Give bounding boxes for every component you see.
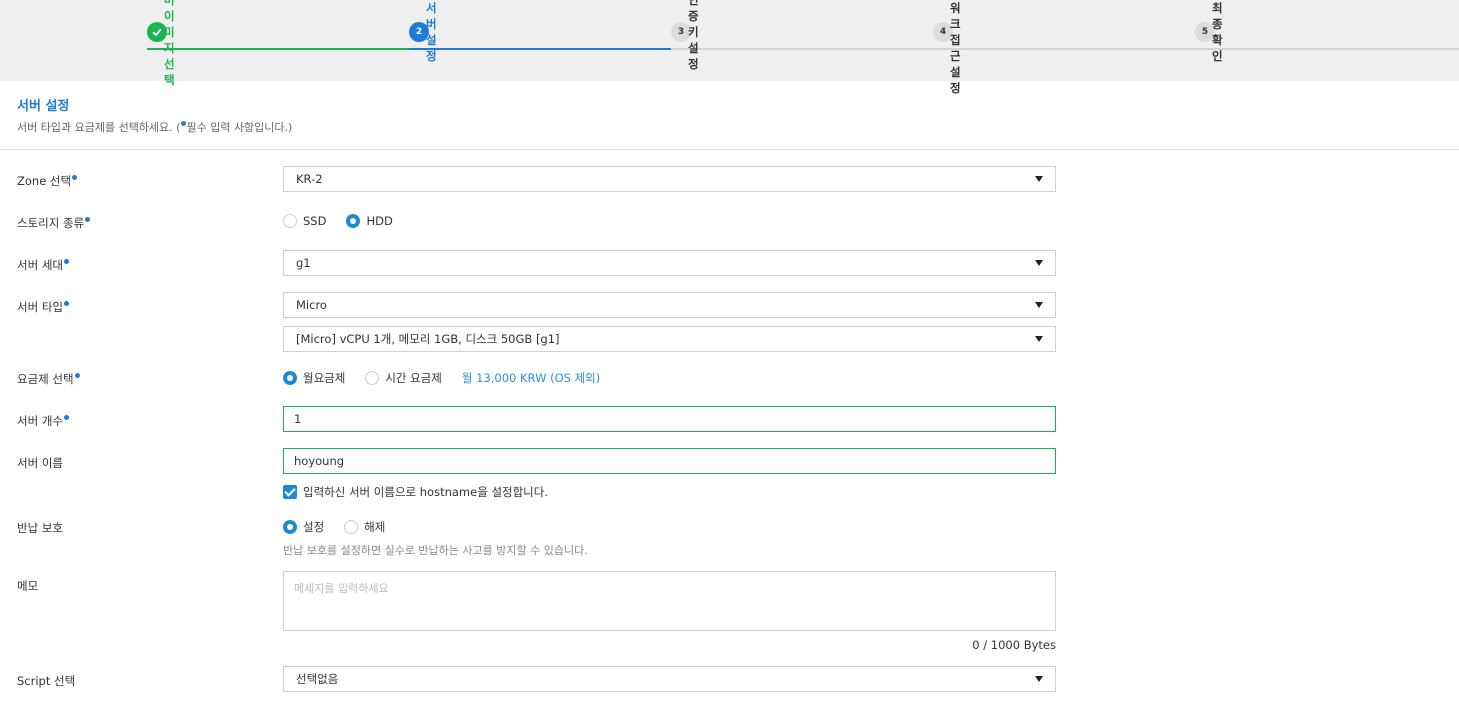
zone-label: Zone 선택 [17,173,78,189]
count-label: 서버 개수 [17,413,69,429]
protect-on-option[interactable]: 설정 [283,519,324,535]
server-type-label: 서버 타입 [17,299,69,315]
zone-value: KR-2 [296,172,323,186]
section-description: 서버 타입과 요금제를 선택하세요. ( 필수 입력 사항입니다.) [17,119,292,135]
script-select[interactable]: 선택없음 [283,666,1056,692]
hostname-checkbox-row[interactable]: 입력하신 서버 이름으로 hostname을 설정합니다. [283,484,548,500]
divider [0,149,1459,150]
radio-label: SSD [303,214,327,228]
server-type-value: Micro [296,298,327,312]
step-final-confirm[interactable]: 5 최종 확인 [1195,1,1223,63]
protect-off-option[interactable]: 해제 [344,519,385,535]
section-desc-pre: 서버 타입과 요금제를 선택하세요. ( [17,121,181,134]
server-count-input[interactable]: 1 [283,406,1056,432]
step-server-image[interactable]: 서버 이미지 선택 [147,0,175,87]
storage-label: 스토리지 종류 [17,215,91,231]
plan-label: 요금제 선택 [17,371,80,387]
server-type-select[interactable]: Micro [283,292,1056,318]
radio-label: 설정 [303,520,325,534]
radio-selected-icon[interactable] [283,371,297,385]
memo-textarea[interactable]: 메세지를 입력하세요 [283,571,1056,631]
checkbox-checked-icon[interactable] [283,485,297,499]
generation-value: g1 [296,256,311,270]
step-auth-key[interactable]: 3 인증키 설정 [671,0,699,71]
zone-select[interactable]: KR-2 [283,166,1056,192]
server-spec-value: [Micro] vCPU 1개, 메모리 1GB, 디스크 50GB [g1] [296,332,560,346]
name-label: 서버 이름 [17,456,63,470]
required-dot-icon [85,217,91,223]
caret-down-icon [1035,260,1043,266]
plan-price: 월 13,000 KRW (OS 제외) [461,371,601,385]
memo-byte-counter: 0 / 1000 Bytes [972,638,1056,652]
radio-selected-icon[interactable] [283,520,297,534]
server-spec-select[interactable]: [Micro] vCPU 1개, 메모리 1GB, 디스크 50GB [g1] [283,326,1056,352]
server-name-input[interactable]: hoyoung [283,448,1056,474]
caret-down-icon [1035,176,1043,182]
storage-ssd-option[interactable]: SSD [283,214,326,228]
storage-hdd-option[interactable]: HDD [346,214,393,228]
storage-radio-group: SSD HDD [283,214,413,228]
radio-selected-icon[interactable] [346,214,361,228]
radio-icon[interactable] [344,520,359,534]
step-label: 인증키 설정 [688,0,699,71]
step-label: 서버 이미지 선택 [164,0,175,87]
required-dot-icon [63,415,69,421]
step-label: 네트워크 접근 설정 [950,1,961,95]
required-dot-icon [63,259,69,265]
required-dot-icon [74,373,80,379]
memo-label: 메모 [17,579,39,593]
stepper-progress-done [147,48,409,50]
radio-label: 월요금제 [303,371,346,385]
radio-label: 시간 요금제 [385,371,442,385]
radio-icon[interactable] [283,214,297,228]
caret-down-icon [1035,302,1043,308]
required-dot-icon [72,175,78,181]
section-desc-post: 필수 입력 사항입니다.) [186,121,293,134]
hostname-checkbox-label: 입력하신 서버 이름으로 hostname을 설정합니다. [303,485,548,499]
script-label: Script 선택 [17,674,76,688]
step-label: 서버 설정 [426,1,437,63]
section-title: 서버 설정 [17,99,70,114]
generation-label: 서버 세대 [17,257,69,273]
required-dot-icon [63,301,69,307]
wizard-stepper: 서버 이미지 선택 2 서버 설정 3 인증키 설정 4 네트워크 접근 설정 … [0,0,1459,95]
step-label: 최종 확인 [1212,1,1223,63]
server-name-value: hoyoung [294,454,345,468]
protect-radio-group: 설정 해제 [283,519,405,535]
plan-monthly-option[interactable]: 월요금제 [283,370,345,386]
radio-label: 해제 [364,520,386,534]
script-value: 선택없음 [296,672,339,686]
caret-down-icon [1035,336,1043,342]
radio-label: HDD [366,214,393,228]
protect-help-text: 반납 보호를 설정하면 실수로 반납하는 사고를 방지할 수 있습니다. [283,544,588,557]
memo-placeholder: 메세지를 입력하세요 [294,582,389,595]
plan-hourly-option[interactable]: 시간 요금제 [365,370,442,386]
step-server-settings[interactable]: 2 서버 설정 [409,1,437,63]
step-network-access[interactable]: 4 네트워크 접근 설정 [933,1,961,95]
generation-select[interactable]: g1 [283,250,1056,276]
plan-radio-group: 월요금제 시간 요금제 월 13,000 KRW (OS 제외) [283,370,600,386]
caret-down-icon [1035,676,1043,682]
stepper-progress-active [409,48,671,50]
protect-label: 반납 보호 [17,521,63,535]
server-count-value: 1 [294,412,302,426]
radio-icon[interactable] [365,371,380,385]
